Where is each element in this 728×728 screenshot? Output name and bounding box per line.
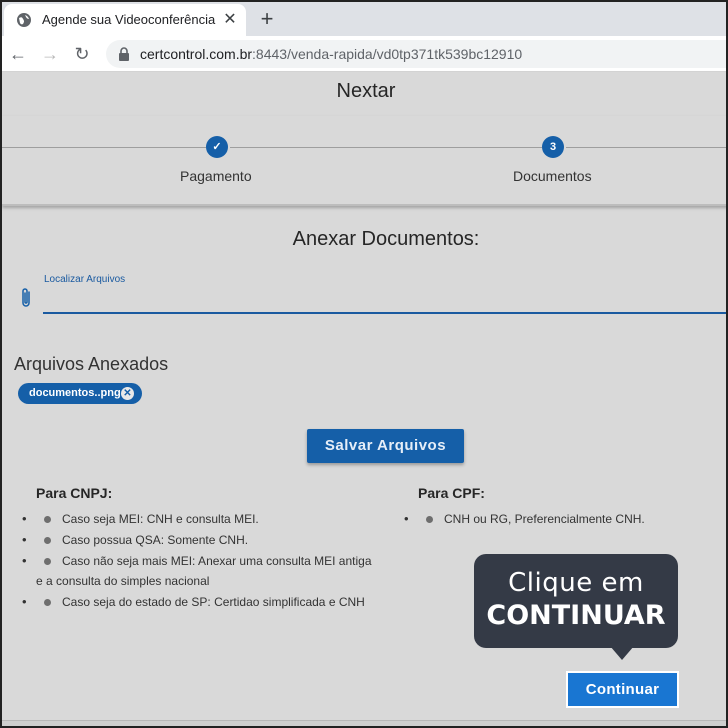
url-path: :8443/venda-rapida/vd0tp371tk539bc12910 <box>252 46 523 62</box>
close-icon[interactable]: ✕ <box>220 10 240 30</box>
section-title: Anexar Documentos: <box>292 228 480 250</box>
forward-arrow-icon[interactable]: → <box>38 42 62 66</box>
chip-label: documentos..png <box>29 387 121 399</box>
reload-icon[interactable]: ↻ <box>70 42 94 66</box>
file-field-label: Localizar Arquivos <box>44 274 126 285</box>
browser-window: Agende sua Videoconferência ✕ + ← → ↻ ce… <box>0 0 728 728</box>
url-text: certcontrol.com.br:8443/venda-rapida/vd0… <box>140 46 522 62</box>
list-item: Caso possua QSA: Somente CNH. <box>22 530 386 550</box>
browser-tab[interactable]: Agende sua Videoconferência ✕ <box>4 4 246 36</box>
back-arrow-icon[interactable]: ← <box>6 42 30 66</box>
list-item: Caso não seja mais MEI: Anexar uma consu… <box>22 551 386 591</box>
app-title: Nextar <box>336 80 396 102</box>
browser-toolbar: ← → ↻ certcontrol.com.br:8443/venda-rapi… <box>2 36 726 72</box>
tooltip-callout: Clique em CONTINUAR <box>474 554 678 660</box>
cpf-list: CNH ou RG, Preferencialmente CNH. <box>404 509 708 530</box>
bullet-icon <box>426 516 433 523</box>
step-label-documentos: Documentos <box>513 168 592 184</box>
bullet-icon <box>44 516 51 523</box>
callout-emphasis: CONTINUAR <box>486 600 666 631</box>
cnpj-title: Para CNPJ: <box>36 485 113 501</box>
continue-highlight: Continuar <box>566 671 679 708</box>
save-files-button[interactable]: Salvar Arquivos <box>307 429 464 463</box>
url-host: certcontrol.com.br <box>140 46 253 62</box>
attached-files-title: Arquivos Anexados <box>14 354 169 374</box>
paperclip-icon[interactable] <box>18 286 34 310</box>
list-item: Caso seja do estado de SP: Certidao simp… <box>22 592 386 612</box>
stepper: ✓ Pagamento 3 Documentos <box>2 116 726 206</box>
lock-icon <box>119 47 129 61</box>
page-content: Nextar ✓ Pagamento 3 Documentos Anexar D… <box>2 72 726 726</box>
globe-icon <box>17 13 31 27</box>
callout-text: Clique em <box>508 568 644 598</box>
attached-file-chip[interactable]: documentos..png ✕ <box>18 383 142 404</box>
bottom-bar <box>2 720 726 726</box>
address-bar[interactable]: certcontrol.com.br:8443/venda-rapida/vd0… <box>106 40 726 68</box>
step-label-pagamento: Pagamento <box>180 168 252 184</box>
continue-button[interactable]: Continuar <box>568 673 677 706</box>
step-connector <box>566 147 726 148</box>
cpf-title: Para CPF: <box>418 485 485 501</box>
step-number: 3 <box>542 136 564 158</box>
bullet-icon <box>44 558 51 565</box>
step-done-check-icon: ✓ <box>206 136 228 158</box>
cnpj-list: Caso seja MEI: CNH e consulta MEI. Caso … <box>22 509 386 613</box>
step-connector <box>230 147 542 148</box>
bullet-icon <box>44 537 51 544</box>
tab-title: Agende sua Videoconferência <box>42 12 216 27</box>
file-input[interactable] <box>43 312 726 314</box>
step-connector <box>2 147 206 148</box>
list-item: CNH ou RG, Preferencialmente CNH. <box>404 509 708 529</box>
tab-bar: Agende sua Videoconferência ✕ + <box>2 2 726 36</box>
plus-icon[interactable]: + <box>254 6 280 32</box>
list-item: Caso seja MEI: CNH e consulta MEI. <box>22 509 386 529</box>
bullet-icon <box>44 599 51 606</box>
remove-chip-icon[interactable]: ✕ <box>121 387 134 400</box>
list-item-continuation: e a consulta do simples nacional <box>36 574 210 588</box>
